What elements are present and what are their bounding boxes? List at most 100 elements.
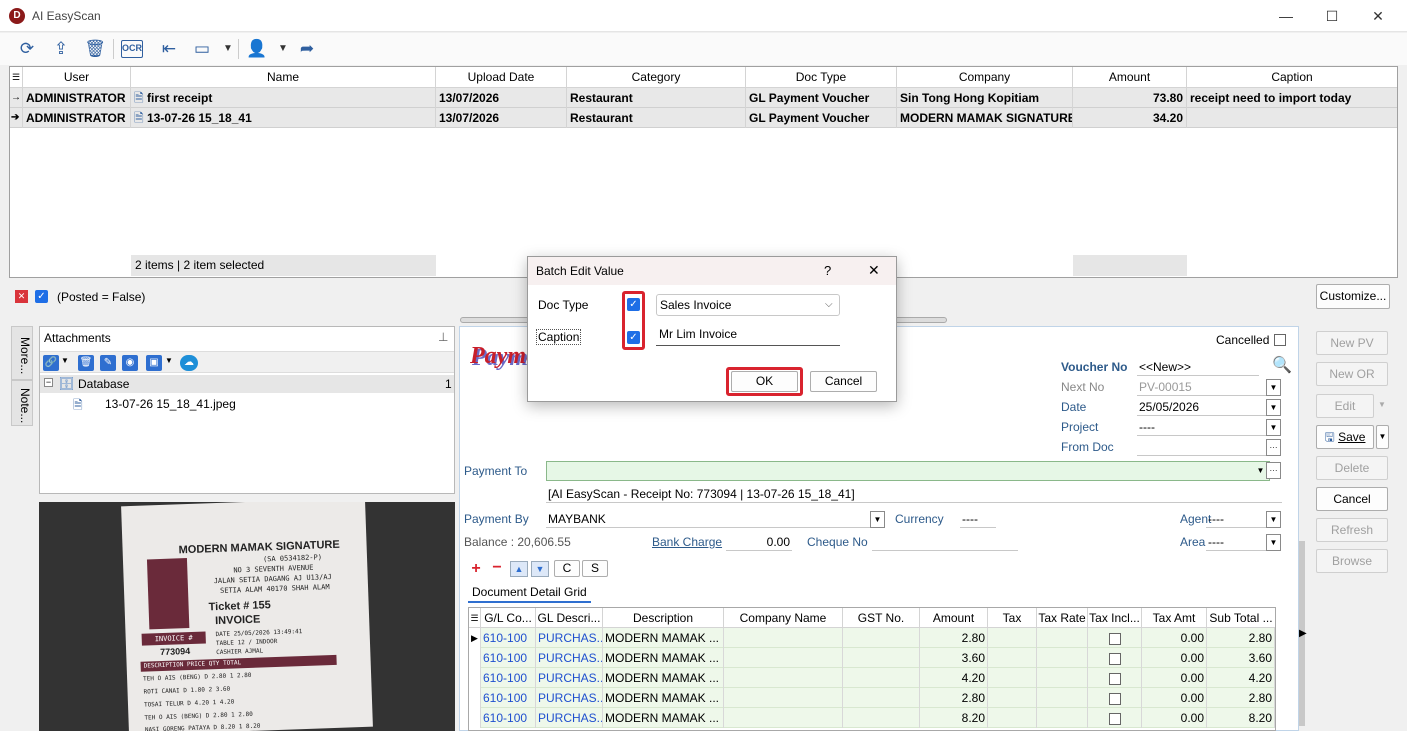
col-header-gl-desc[interactable]: GL Descri... xyxy=(536,608,603,628)
cell-sub-total[interactable]: 3.60 xyxy=(1207,648,1275,668)
checkbox[interactable] xyxy=(1108,692,1121,705)
cancel-button[interactable]: Cancel xyxy=(1316,487,1388,511)
payment-to-description[interactable]: [AI EasyScan - Receipt No: 773094 | 13-0… xyxy=(546,485,1282,503)
doc-type-select[interactable]: Sales Invoice ⌵ xyxy=(656,294,840,316)
cell-gl-desc[interactable]: PURCHAS... xyxy=(536,688,603,708)
detail-row[interactable]: 610-100 PURCHAS... MODERN MAMAK ... 4.20 0.0… xyxy=(469,668,1275,688)
tab-notes[interactable]: Note... xyxy=(11,380,33,426)
cell-gst[interactable] xyxy=(843,708,920,728)
cloud-upload-icon[interactable]: ☁ xyxy=(180,355,198,371)
project-dropdown-icon[interactable]: ▼ xyxy=(1266,419,1281,436)
move-up-icon[interactable]: ▲ xyxy=(510,561,528,577)
table-row[interactable]: → ADMINISTRATOR 🗎 first receipt 13/07/20… xyxy=(10,88,1397,108)
cell-gl-code[interactable]: 610-100 xyxy=(481,688,536,708)
expand-panel-icon[interactable]: ▶ xyxy=(1299,628,1307,639)
edit-attachment-icon[interactable]: ✎ xyxy=(100,355,116,371)
cell-tax-rate[interactable] xyxy=(1037,688,1088,708)
col-header-doc-type[interactable]: Doc Type xyxy=(746,67,897,88)
caption-checkbox[interactable]: ✓ xyxy=(627,331,640,344)
tab-more[interactable]: More... xyxy=(11,326,33,380)
cell-gl-desc[interactable]: PURCHAS... xyxy=(536,648,603,668)
upload-icon[interactable]: ⇪ xyxy=(49,37,73,61)
filter-enabled-checkbox[interactable]: ✓ xyxy=(35,290,48,303)
dialog-cancel-button[interactable]: Cancel xyxy=(810,371,877,392)
tax-inclusive-checkbox[interactable] xyxy=(1088,668,1142,688)
cell-gl-code[interactable]: 610-100 xyxy=(481,668,536,688)
from-doc-field[interactable] xyxy=(1137,438,1267,456)
user-icon[interactable]: 👤 xyxy=(245,37,269,61)
save-dropdown-icon[interactable]: ▼ xyxy=(1376,425,1389,449)
cell-gst[interactable] xyxy=(843,648,920,668)
detail-row[interactable]: 610-100 PURCHAS... MODERN MAMAK ... 3.60 0.0… xyxy=(469,648,1275,668)
col-header-company-name[interactable]: Company Name xyxy=(724,608,843,628)
cell-desc[interactable]: MODERN MAMAK ... xyxy=(603,628,724,648)
checkbox[interactable] xyxy=(1108,712,1121,725)
col-header-tax-inclusive[interactable]: Tax Incl... xyxy=(1088,608,1142,628)
col-header-tax-amt[interactable]: Tax Amt xyxy=(1142,608,1207,628)
dialog-close-button[interactable]: ✕ xyxy=(868,262,880,279)
bank-charge-field[interactable]: 0.00 xyxy=(726,533,792,551)
cell-gst[interactable] xyxy=(843,668,920,688)
delete-button[interactable]: Delete xyxy=(1316,456,1388,480)
cell-gl-code[interactable]: 610-100 xyxy=(481,648,536,668)
remove-row-icon[interactable]: − xyxy=(489,560,505,577)
cell-sub-total[interactable]: 4.20 xyxy=(1207,668,1275,688)
tab-document-detail-grid[interactable]: Document Detail Grid xyxy=(468,583,591,603)
delete-attachment-icon[interactable]: 🗑 xyxy=(78,355,94,371)
maximize-button[interactable]: ☐ xyxy=(1309,0,1355,32)
edit-dropdown-icon[interactable]: ▼ xyxy=(1378,400,1386,409)
document-grid[interactable]: ☰ User Name Upload Date Category Doc Typ… xyxy=(9,66,1398,278)
payment-to-field[interactable] xyxy=(546,461,1270,481)
import-icon[interactable]: ⇤ xyxy=(157,37,181,61)
detail-row[interactable]: 610-100 PURCHAS... MODERN MAMAK ... 8.20 0.0… xyxy=(469,708,1275,728)
col-header-gst-no[interactable]: GST No. xyxy=(843,608,920,628)
col-header-tax[interactable]: Tax xyxy=(988,608,1037,628)
cheque-no-field[interactable] xyxy=(872,533,1018,551)
payment-by-field[interactable]: MAYBANK xyxy=(546,510,872,528)
cell-sub-total[interactable]: 2.80 xyxy=(1207,688,1275,708)
cell-company[interactable] xyxy=(724,628,843,648)
cell-tax[interactable] xyxy=(988,708,1037,728)
col-header-name[interactable]: Name xyxy=(131,67,436,88)
cell-amount[interactable]: 3.60 xyxy=(920,648,988,668)
area-dropdown-icon[interactable]: ▼ xyxy=(1266,534,1281,551)
from-doc-browse-icon[interactable]: ··· xyxy=(1266,439,1281,456)
col-header-sub-total[interactable]: Sub Total ... xyxy=(1207,608,1275,628)
cell-company[interactable] xyxy=(724,708,843,728)
cell-sub-total[interactable]: 2.80 xyxy=(1207,628,1275,648)
col-header-company[interactable]: Company xyxy=(897,67,1073,88)
cell-gst[interactable] xyxy=(843,688,920,708)
payment-to-browse-icon[interactable]: ··· xyxy=(1266,462,1281,479)
browse-button[interactable]: Browse xyxy=(1316,549,1388,573)
col-header-upload-date[interactable]: Upload Date xyxy=(436,67,567,88)
cell-tax-rate[interactable] xyxy=(1037,708,1088,728)
user-dropdown-icon[interactable]: ▼ xyxy=(271,37,295,61)
cell-gl-code[interactable]: 610-100 xyxy=(481,628,536,648)
tax-inclusive-checkbox[interactable] xyxy=(1088,648,1142,668)
save-dropdown-icon[interactable]: ▼ xyxy=(165,356,173,365)
date-dropdown-icon[interactable]: ▼ xyxy=(1266,399,1281,416)
customize-button[interactable]: Customize... xyxy=(1316,284,1390,309)
tree-root-row[interactable]: − 🗄 Database 1 xyxy=(40,375,454,393)
cell-amount[interactable]: 2.80 xyxy=(920,628,988,648)
cell-desc[interactable]: MODERN MAMAK ... xyxy=(603,688,724,708)
checkbox[interactable] xyxy=(1108,632,1121,645)
area-field[interactable]: ---- xyxy=(1206,533,1268,551)
refresh-icon[interactable]: ⟳ xyxy=(15,37,39,61)
cell-gl-desc[interactable]: PURCHAS... xyxy=(536,628,603,648)
tree-file-row[interactable]: 🗎 13-07-26 15_18_41.jpeg xyxy=(40,395,454,413)
col-header-tax-rate[interactable]: Tax Rate xyxy=(1037,608,1088,628)
add-row-icon[interactable]: + xyxy=(468,561,484,577)
cell-tax-amt[interactable]: 0.00 xyxy=(1142,628,1207,648)
detail-grid-menu-icon[interactable]: ☰ xyxy=(469,608,481,628)
cell-tax-rate[interactable] xyxy=(1037,628,1088,648)
col-header-user[interactable]: User xyxy=(23,67,131,88)
cell-gl-desc[interactable]: PURCHAS... xyxy=(536,708,603,728)
pin-icon[interactable]: ⊥ xyxy=(438,330,448,344)
payment-by-dropdown-icon[interactable]: ▼ xyxy=(870,511,885,528)
cell-tax-rate[interactable] xyxy=(1037,668,1088,688)
col-header-category[interactable]: Category xyxy=(567,67,746,88)
c-button[interactable]: C xyxy=(554,560,580,577)
detail-row[interactable]: ▶ 610-100 PURCHAS... MODERN MAMAK ... 2.80 0.… xyxy=(469,628,1275,648)
checkbox[interactable] xyxy=(1108,672,1121,685)
